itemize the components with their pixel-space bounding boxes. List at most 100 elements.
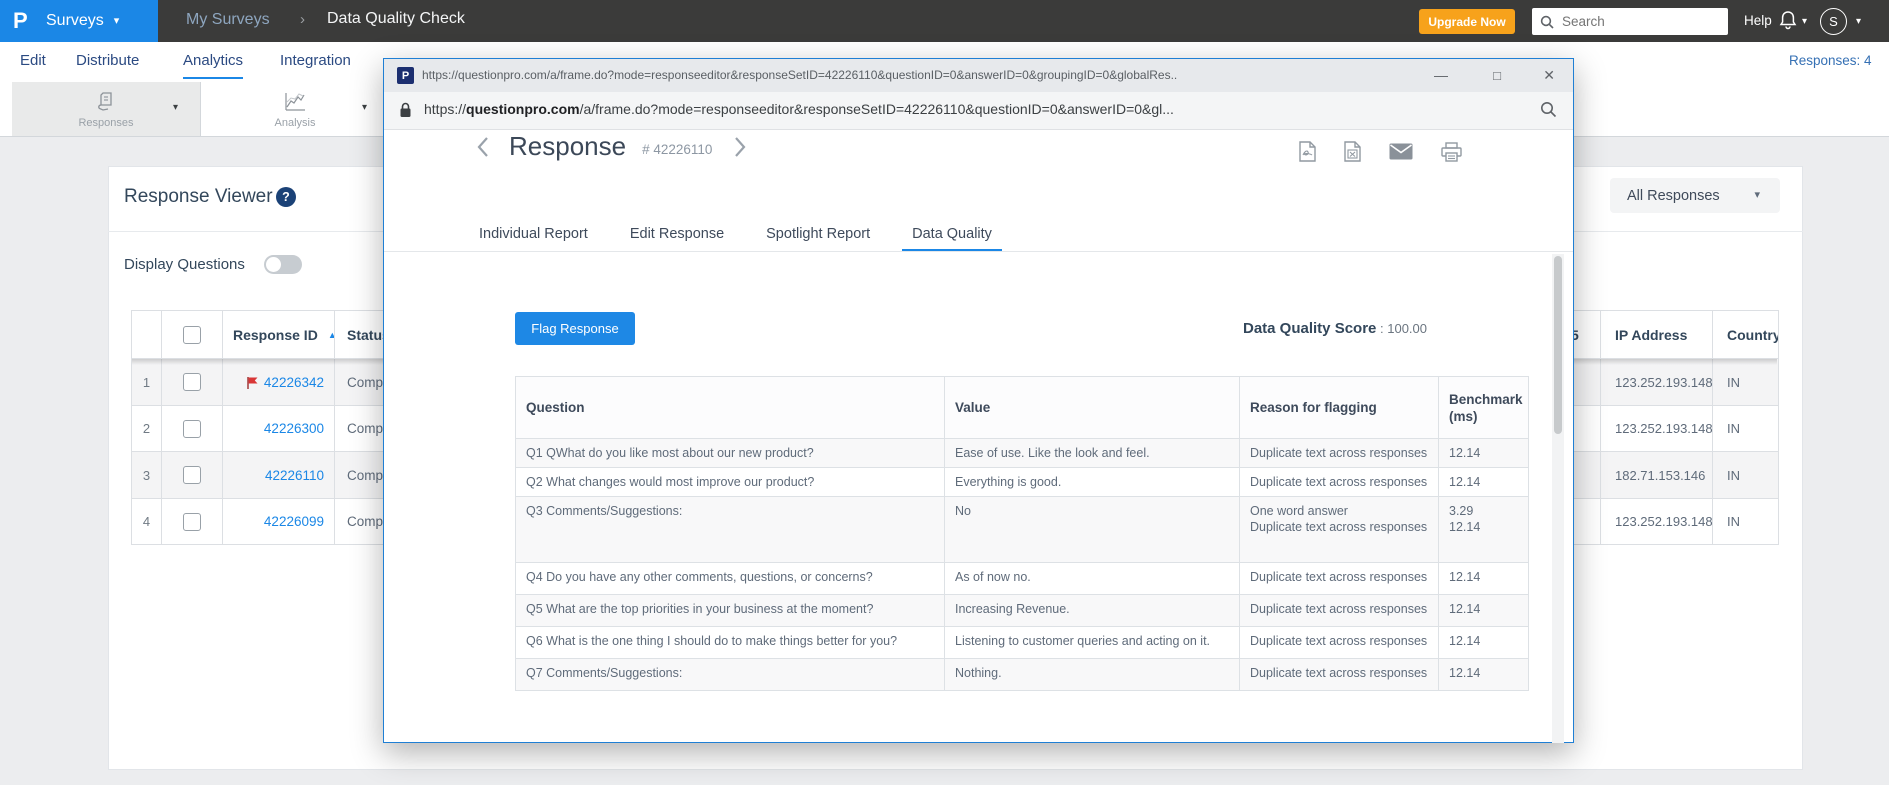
- maximize-icon[interactable]: □: [1493, 59, 1501, 92]
- value-cell: Ease of use. Like the look and feel.: [945, 439, 1240, 468]
- minimize-icon[interactable]: —: [1434, 59, 1448, 92]
- dq-row: Q3 Comments/Suggestions: No One word ans…: [516, 497, 1529, 563]
- display-questions-label: Display Questions: [124, 256, 245, 273]
- table-row[interactable]: 123.252.193.148 IN: [1549, 406, 1779, 452]
- upgrade-now-button[interactable]: Upgrade Now: [1419, 9, 1515, 34]
- country-code-header[interactable]: Country Code: [1713, 311, 1779, 359]
- question-header: Question: [516, 377, 945, 439]
- question-cell: Q5 What are the top priorities in your b…: [516, 595, 945, 627]
- value-cell: Everything is good.: [945, 468, 1240, 497]
- response-id-cell[interactable]: 42226342: [223, 359, 335, 406]
- dq-row: Q6 What is the one thing I should do to …: [516, 627, 1529, 659]
- ip-address-header[interactable]: IP Address: [1601, 311, 1713, 359]
- score-label: Data Quality Score: [1243, 320, 1376, 337]
- tab-edit-response[interactable]: Edit Response: [630, 219, 724, 252]
- pdf-export-icon[interactable]: [1299, 141, 1316, 162]
- address-url[interactable]: https://questionpro.com/a/frame.do?mode=…: [424, 101, 1504, 117]
- ip-cell: 123.252.193.148: [1601, 406, 1713, 452]
- nav-integration[interactable]: Integration: [280, 42, 351, 79]
- question-cell: Q1 QWhat do you like most about our new …: [516, 439, 945, 468]
- benchmark-cell: 12.14: [1439, 595, 1529, 627]
- all-responses-value: All Responses: [1627, 188, 1720, 204]
- display-questions-toggle[interactable]: [264, 255, 302, 274]
- chevron-right-icon[interactable]: [734, 136, 747, 158]
- window-title-url: https://questionpro.com/a/frame.do?mode=…: [422, 68, 1422, 82]
- benchmark-cell: 12.14: [1439, 468, 1529, 497]
- reason-cell: Duplicate text across responses: [1240, 468, 1439, 497]
- tab-individual-report[interactable]: Individual Report: [479, 219, 588, 252]
- global-search[interactable]: [1532, 8, 1728, 35]
- reason-cell: Duplicate text across responses: [1240, 595, 1439, 627]
- search-input[interactable]: [1560, 13, 1714, 30]
- response-id-cell[interactable]: 42226110: [223, 452, 335, 499]
- help-circle-icon[interactable]: ?: [276, 187, 296, 207]
- avatar-letter: S: [1829, 14, 1838, 29]
- row-checkbox[interactable]: [183, 373, 201, 391]
- country-cell: IN: [1713, 406, 1779, 452]
- benchmark-cell: 12.14: [1439, 659, 1529, 691]
- toolbar-analysis-label: Analysis: [275, 117, 316, 129]
- all-responses-dropdown[interactable]: All Responses ▾: [1610, 178, 1780, 213]
- response-editor-modal: P https://questionpro.com/a/frame.do?mod…: [383, 58, 1574, 743]
- reason-cell: Duplicate text across responses: [1240, 627, 1439, 659]
- row-checkbox[interactable]: [183, 513, 201, 531]
- score-separator: :: [1376, 321, 1387, 336]
- response-id-cell[interactable]: 42226300: [223, 406, 335, 452]
- excel-export-icon[interactable]: [1344, 141, 1361, 162]
- tab-data-quality[interactable]: Data Quality: [902, 219, 1002, 252]
- analysis-chevron-down-icon[interactable]: ▾: [362, 103, 367, 113]
- toolbar-responses-button[interactable]: Responses ▾: [12, 82, 200, 136]
- toolbar-analysis-button[interactable]: Analysis ▾: [200, 82, 390, 136]
- response-header: Response # 42226110: [476, 131, 747, 162]
- responses-chevron-down-icon[interactable]: ▾: [173, 103, 178, 113]
- export-actions: [1299, 141, 1462, 162]
- modal-title-bar[interactable]: P https://questionpro.com/a/frame.do?mod…: [384, 59, 1573, 93]
- row-checkbox[interactable]: [183, 420, 201, 438]
- avatar-chevron-down-icon[interactable]: ▾: [1856, 17, 1861, 27]
- row-checkbox[interactable]: [183, 466, 201, 484]
- url-protocol: https://: [424, 101, 466, 117]
- zoom-icon[interactable]: [1540, 101, 1557, 118]
- select-all-checkbox[interactable]: [183, 326, 201, 344]
- table-row[interactable]: 182.71.153.146 IN: [1549, 452, 1779, 499]
- top-bar: P Surveys ▾ My Surveys › Data Quality Ch…: [0, 0, 1889, 42]
- responses-count[interactable]: Responses: 4: [1789, 53, 1872, 68]
- help-link[interactable]: Help: [1744, 13, 1772, 28]
- response-id-cell[interactable]: 42226099: [223, 499, 335, 545]
- ip-cell: 182.71.153.146: [1601, 452, 1713, 499]
- benchmark-cell: 12.14: [1439, 627, 1529, 659]
- questionpro-logo-icon: P: [13, 8, 37, 34]
- table-row[interactable]: 123.252.193.148 IN: [1549, 359, 1779, 406]
- all-responses-chevron-down-icon: ▾: [1754, 190, 1760, 201]
- print-icon[interactable]: [1441, 142, 1462, 162]
- product-switcher[interactable]: P Surveys ▾: [0, 0, 158, 42]
- breadcrumb-separator-icon: ›: [300, 11, 305, 28]
- responses-icon: [94, 90, 118, 114]
- nav-analytics[interactable]: Analytics: [183, 42, 243, 79]
- country-cell: IN: [1713, 452, 1779, 499]
- lock-icon: [399, 102, 412, 118]
- breadcrumb-my-surveys[interactable]: My Surveys: [186, 11, 270, 29]
- table-row[interactable]: 123.252.193.148 IN: [1549, 499, 1779, 545]
- response-id-header[interactable]: Response ID▲: [223, 311, 335, 359]
- modal-scrollbar-thumb[interactable]: [1554, 256, 1562, 434]
- notifications-bell-icon[interactable]: [1779, 10, 1797, 30]
- modal-tabs: Individual Report Edit Response Spotligh…: [479, 219, 992, 252]
- user-avatar[interactable]: S: [1820, 8, 1847, 35]
- chevron-left-icon[interactable]: [476, 136, 489, 158]
- flag-icon: [246, 376, 259, 389]
- value-cell: As of now no.: [945, 563, 1240, 595]
- ip-cell: 123.252.193.148: [1601, 359, 1713, 406]
- response-id-badge: # 42226110: [642, 136, 712, 157]
- email-icon[interactable]: [1389, 143, 1413, 160]
- rownum-header: [132, 311, 162, 359]
- reason-header: Reason for flagging: [1240, 377, 1439, 439]
- bell-chevron-down-icon[interactable]: ▾: [1802, 17, 1807, 27]
- sort-asc-icon[interactable]: ▲: [328, 330, 335, 340]
- tab-spotlight-report[interactable]: Spotlight Report: [766, 219, 870, 252]
- nav-distribute[interactable]: Distribute: [76, 42, 139, 79]
- nav-edit[interactable]: Edit: [20, 42, 46, 79]
- select-all-header: [162, 311, 223, 359]
- flag-response-button[interactable]: Flag Response: [515, 312, 635, 345]
- close-icon[interactable]: ✕: [1543, 59, 1555, 92]
